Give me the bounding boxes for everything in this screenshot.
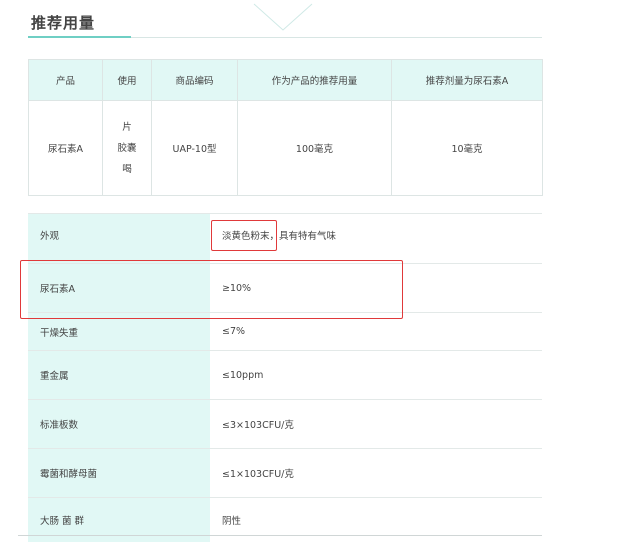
spec-value-loss-on-drying: ≤7% <box>210 312 542 351</box>
spec-row-urolithin: 尿石素A ≥10% <box>28 263 542 313</box>
usage-capsule: 胶囊 <box>117 142 137 154</box>
header-product: 产品 <box>28 59 103 101</box>
dosage-table-header-row: 产品 使用 商品编码 作为产品的推荐用量 推荐剂量为尿石素A <box>28 59 543 101</box>
usage-tablet: 片 <box>122 121 132 133</box>
header-usage: 使用 <box>102 59 152 101</box>
section-title: 推荐用量 <box>31 14 96 32</box>
header-urolithin-dose: 推荐剂量为尿石素A <box>391 59 543 101</box>
cell-recommended-dose: 100毫克 <box>237 100 392 196</box>
spec-label-appearance: 外观 <box>28 213 210 264</box>
spec-value-urolithin: ≥10% <box>210 263 542 313</box>
spec-value-heavy-metals: ≤10ppm <box>210 350 542 400</box>
dosage-table-row: 尿石素A 片 胶囊 喝 UAP-10型 100毫克 10毫克 <box>28 100 543 196</box>
usage-drink: 喝 <box>122 163 132 175</box>
cell-product: 尿石素A <box>28 100 103 196</box>
header-recommended-dose: 作为产品的推荐用量 <box>237 59 392 101</box>
cell-usage: 片 胶囊 喝 <box>102 100 152 196</box>
dosage-table: 产品 使用 商品编码 作为产品的推荐用量 推荐剂量为尿石素A 尿石素A 片 胶囊… <box>28 59 543 196</box>
spec-row-appearance: 外观 淡黄色粉末，具有特有气味 <box>28 213 542 264</box>
title-accent-bar <box>28 36 131 38</box>
cell-urolithin-dose: 10毫克 <box>391 100 543 196</box>
spec-row-heavy-metals: 重金属 ≤10ppm <box>28 350 542 400</box>
spec-value-mold-yeast: ≤1×103CFU/克 <box>210 448 542 498</box>
specification-table: 外观 淡黄色粉末，具有特有气味 尿石素A ≥10% 干燥失重 ≤7% 重金属 ≤… <box>28 213 542 542</box>
spec-row-mold-yeast: 霉菌和酵母菌 ≤1×103CFU/克 <box>28 448 542 498</box>
spec-value-plate-count: ≤3×103CFU/克 <box>210 399 542 449</box>
spec-label-urolithin: 尿石素A <box>28 263 210 313</box>
spec-label-loss-on-drying: 干燥失重 <box>28 312 210 351</box>
spec-label-plate-count: 标准板数 <box>28 399 210 449</box>
spec-value-appearance-highlight: 淡黄色粉末， <box>222 231 280 242</box>
spec-label-heavy-metals: 重金属 <box>28 350 210 400</box>
table-bottom-divider <box>18 535 542 536</box>
spec-row-loss-on-drying: 干燥失重 ≤7% <box>28 312 542 351</box>
spec-value-appearance-rest: 具有特有气味 <box>279 231 337 242</box>
cell-code: UAP-10型 <box>151 100 238 196</box>
header-code: 商品编码 <box>151 59 238 101</box>
chevron-decoration <box>253 3 313 31</box>
spec-row-plate-count: 标准板数 ≤3×103CFU/克 <box>28 399 542 449</box>
spec-label-mold-yeast: 霉菌和酵母菌 <box>28 448 210 498</box>
spec-value-appearance: 淡黄色粉末，具有特有气味 <box>210 213 542 264</box>
